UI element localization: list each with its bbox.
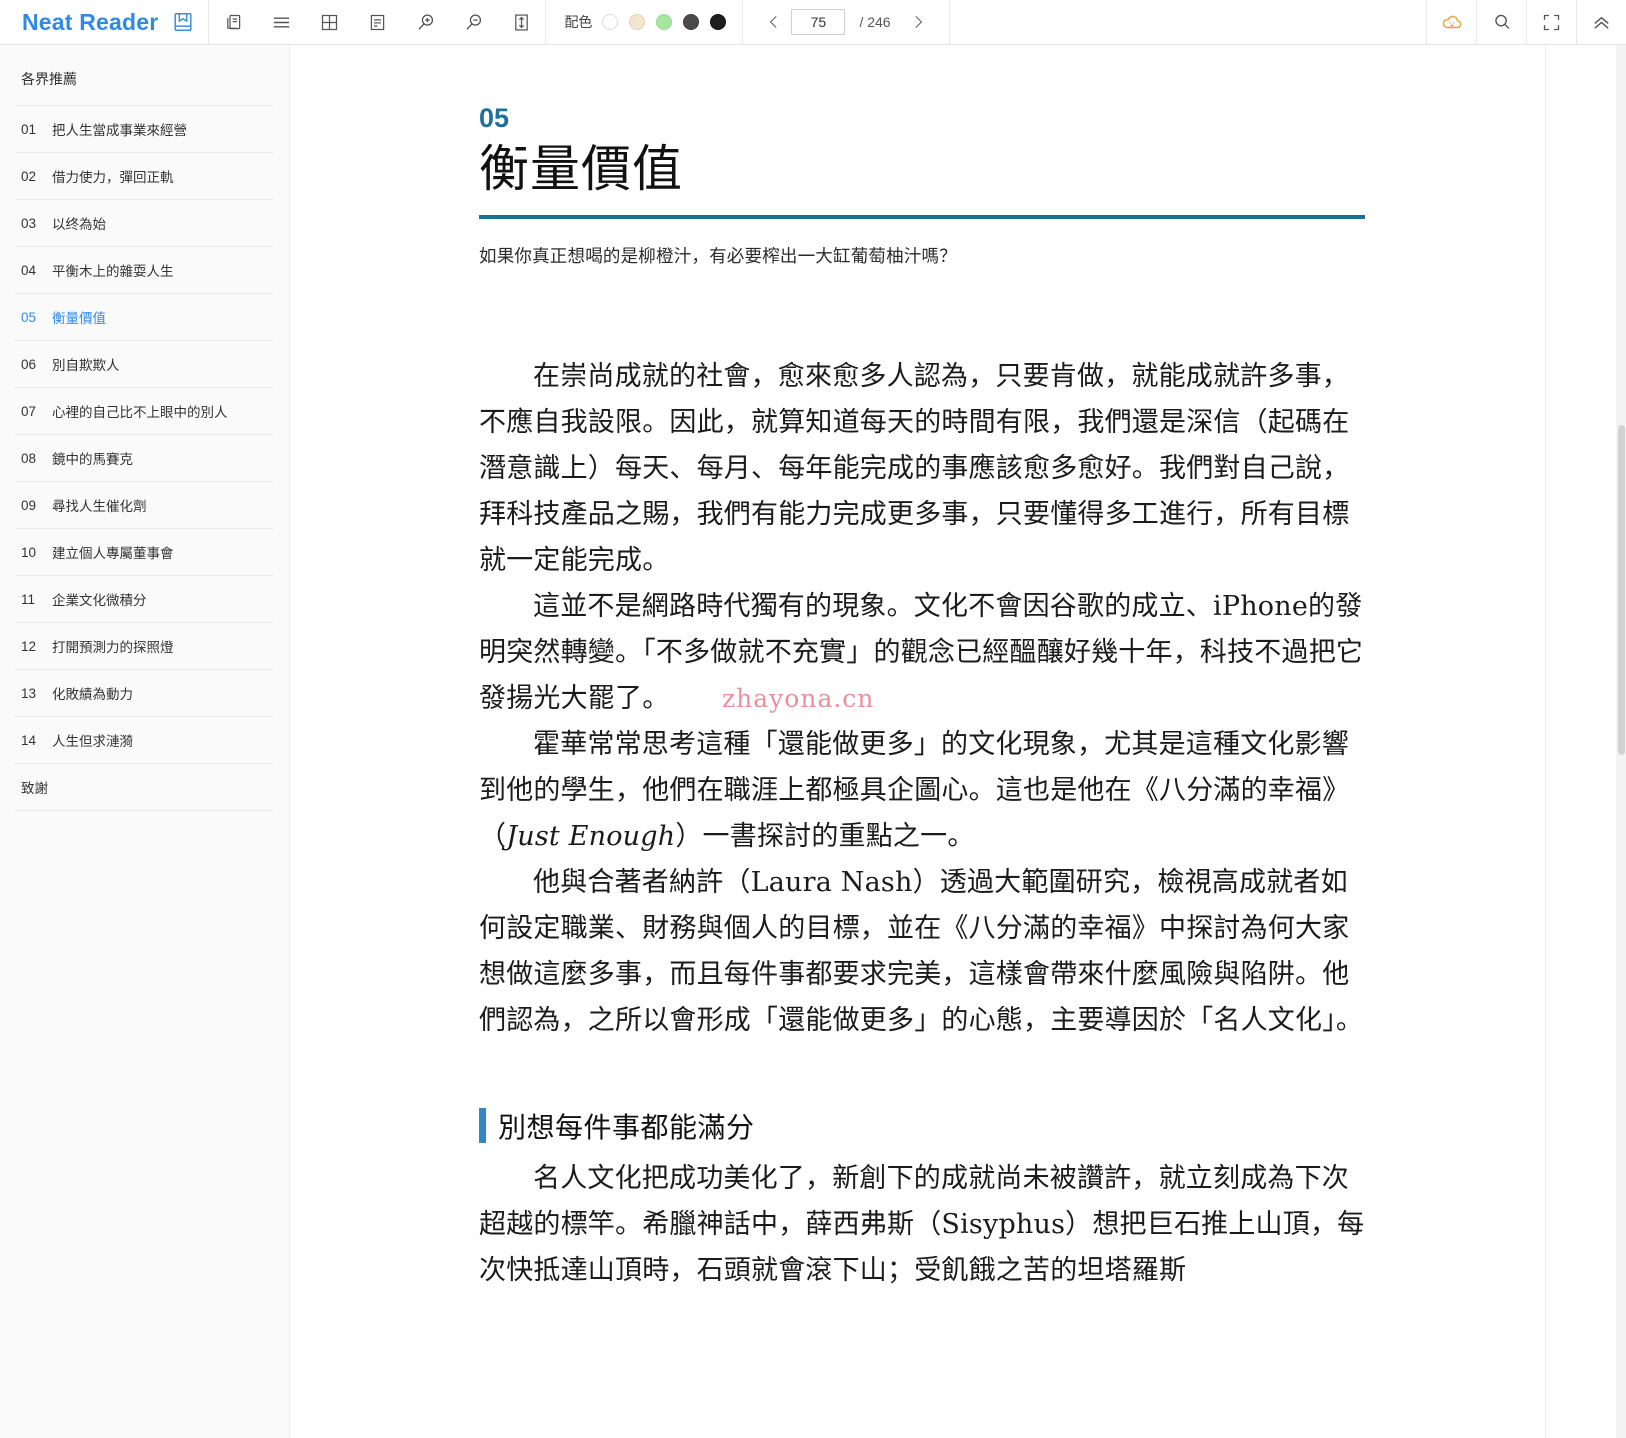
sidebar-item-10[interactable]: 10 建立個人專屬董事會 xyxy=(15,529,274,576)
toc-item-number: 08 xyxy=(21,450,37,466)
chapter-subtitle: 如果你真正想喝的是柳橙汁，有必要榨出一大缸葡萄柚汁嗎？ xyxy=(479,246,957,267)
sidebar-item-11[interactable]: 11 企業文化微積分 xyxy=(15,576,274,623)
toc-item-number: 12 xyxy=(21,638,37,654)
toc-item-number: 14 xyxy=(21,732,37,748)
toc-item-label: 別自欺欺人 xyxy=(52,358,120,373)
grid-icon[interactable] xyxy=(305,0,353,45)
theme-picker: 配色 xyxy=(545,0,742,45)
book-page: 05 衡量價值 如果你真正想喝的是柳橙汁，有必要榨出一大缸葡萄柚汁嗎？ 在崇尚成… xyxy=(291,45,1546,1438)
theme-label: 配色 xyxy=(564,14,593,30)
sidebar-item-13[interactable]: 13 化敗績為動力 xyxy=(15,670,274,717)
toc-item-label: 借力使力，彈回正軌 xyxy=(52,170,174,185)
table-of-contents-sidebar: 各界推薦 01 把人生當成事業來經營 02 借力使力，彈回正軌 03 以终為始 04 平衡木上… xyxy=(0,45,290,1438)
search-icon[interactable] xyxy=(1476,0,1526,45)
page-content: 05 衡量價值 如果你真正想喝的是柳橙汁，有必要榨出一大缸葡萄柚汁嗎？ 在崇尚成… xyxy=(291,45,1371,1294)
page-scrollbar-thumb[interactable] xyxy=(1618,425,1625,755)
page-total-label: / 246 xyxy=(859,14,891,30)
book-save-icon[interactable] xyxy=(172,11,194,33)
pager: / 246 xyxy=(742,0,950,45)
toolbar-tools xyxy=(208,0,545,45)
page-scrollbar-track[interactable] xyxy=(1616,45,1626,1438)
brand: Neat Reader xyxy=(0,0,208,45)
sidebar-item-02[interactable]: 02 借力使力，彈回正軌 xyxy=(15,153,274,200)
toc-item-number: 03 xyxy=(21,215,37,231)
body-text: 在崇尚成就的社會，愈來愈多人認為，只要肯做，就能成就許多事，不應自我設限。因此，… xyxy=(479,354,1371,1294)
chapter-title: 衡量價值 xyxy=(479,140,683,198)
section-title: 別想每件事都能滿分 xyxy=(498,1110,755,1144)
toc-item-label: 尋找人生催化劑 xyxy=(52,499,147,514)
copy-icon[interactable] xyxy=(209,0,257,45)
toc-item-number: 06 xyxy=(21,356,37,372)
chapter-divider xyxy=(479,214,1365,219)
menu-icon[interactable] xyxy=(257,0,305,45)
toc-item-label: 心裡的自己比不上眼中的別人 xyxy=(52,405,228,420)
theme-gray[interactable] xyxy=(683,14,700,30)
sidebar-item-acknowledgements[interactable]: 致謝 xyxy=(15,764,274,811)
section-accent-bar xyxy=(479,1108,486,1143)
sidebar-item-01[interactable]: 01 把人生當成事業來經營 xyxy=(15,106,274,153)
sidebar-item-12[interactable]: 12 打開預測力的探照燈 xyxy=(15,623,274,670)
app-toolbar: Neat Reader 配色 75 / 246 xyxy=(0,0,1626,45)
toc-item-number: 10 xyxy=(21,544,37,560)
toc-heading[interactable]: 各界推薦 xyxy=(15,45,274,106)
toc-item-label: 建立個人專屬董事會 xyxy=(52,546,174,561)
theme-sepia[interactable] xyxy=(629,14,646,30)
toc-list: 01 把人生當成事業來經營 02 借力使力，彈回正軌 03 以终為始 04 平衡木上的雜耍人生… xyxy=(15,106,274,764)
chapter-number: 05 xyxy=(479,103,510,133)
toc-item-label: 衡量價值 xyxy=(52,311,106,326)
cloud-icon[interactable] xyxy=(1426,0,1476,45)
sidebar-item-14[interactable]: 14 人生但求漣漪 xyxy=(15,717,274,764)
chevron-right-icon[interactable] xyxy=(901,0,935,45)
toc-item-number: 11 xyxy=(21,591,36,607)
sidebar-item-06[interactable]: 06 別自欺欺人 xyxy=(15,341,274,388)
chevron-left-icon[interactable] xyxy=(757,0,791,45)
toc-item-number: 09 xyxy=(21,497,37,513)
sidebar-item-07[interactable]: 07 心裡的自己比不上眼中的別人 xyxy=(15,388,274,435)
line-height-icon[interactable] xyxy=(497,0,545,45)
toc-item-label: 人生但求漣漪 xyxy=(52,734,133,749)
toc-item-label: 打開預測力的探照燈 xyxy=(52,640,174,655)
sidebar-item-09[interactable]: 09 尋找人生催化劑 xyxy=(15,482,274,529)
toc-item-label: 把人生當成事業來經營 xyxy=(52,123,187,138)
paragraph: 在崇尚成就的社會，愈來愈多人認為，只要肯做，就能成就許多事，不應自我設限。因此，… xyxy=(479,360,1350,576)
theme-white[interactable] xyxy=(602,14,619,30)
paragraph: 這並不是網路時代獨有的現象。文化不會因谷歌的成立、iPhone的發明突然轉變。「… xyxy=(479,590,1364,714)
toc-item-number: 01 xyxy=(21,121,37,137)
toc-item-label: 化敗績為動力 xyxy=(52,687,133,702)
book-title-italic: Just Enough xyxy=(506,820,676,852)
toc-item-number: 04 xyxy=(21,262,37,278)
toolbar-right-actions xyxy=(1426,0,1626,45)
reader-pane: 05 衡量價值 如果你真正想喝的是柳橙汁，有必要榨出一大缸葡萄柚汁嗎？ 在崇尚成… xyxy=(291,45,1626,1438)
paragraph-text: ）一書探討的重點之一。 xyxy=(675,820,975,852)
toc-item-label: 鏡中的馬賽克 xyxy=(52,452,133,467)
theme-swatches xyxy=(602,14,742,30)
toc-item-label: 平衡木上的雜耍人生 xyxy=(52,264,174,279)
brand-name: Neat Reader xyxy=(22,8,159,35)
toc-item-number: 05 xyxy=(21,309,37,325)
toc-item-label: 致謝 xyxy=(21,781,48,796)
theme-black[interactable] xyxy=(710,14,727,30)
fullscreen-icon[interactable] xyxy=(1526,0,1576,45)
note-icon[interactable] xyxy=(353,0,401,45)
toc-item-label: 企業文化微積分 xyxy=(52,593,147,608)
sidebar-item-04[interactable]: 04 平衡木上的雜耍人生 xyxy=(15,247,274,294)
sidebar-item-03[interactable]: 03 以终為始 xyxy=(15,200,274,247)
toc-item-number: 02 xyxy=(21,168,37,184)
paragraph: 他與合著者納許（Laura Nash）透過大範圍研究，檢視高成就者如何設定職業、… xyxy=(479,866,1364,1036)
toc-item-number: 13 xyxy=(21,685,37,701)
toc-item-label: 以终為始 xyxy=(52,217,106,232)
paragraph: 霍華常常思考這種「還能做更多」的文化現象，尤其是這種文化影響到他的學生，他們在職… xyxy=(479,722,1365,860)
sidebar-item-08[interactable]: 08 鏡中的馬賽克 xyxy=(15,435,274,482)
paragraph: 名人文化把成功美化了，新創下的成就尚未被讚許，就立刻成為下次超越的標竿。希臘神話… xyxy=(479,1162,1365,1286)
toc-item-number: 07 xyxy=(21,403,37,419)
zoom-out-icon[interactable] xyxy=(449,0,497,45)
page-number-input[interactable] xyxy=(791,9,846,35)
collapse-icon[interactable] xyxy=(1576,0,1626,45)
sidebar-item-05[interactable]: 05 衡量價值 xyxy=(15,294,274,341)
theme-green[interactable] xyxy=(656,14,673,30)
section-heading: 別想每件事都能滿分 xyxy=(479,1106,1371,1146)
zoom-in-icon[interactable] xyxy=(401,0,449,45)
